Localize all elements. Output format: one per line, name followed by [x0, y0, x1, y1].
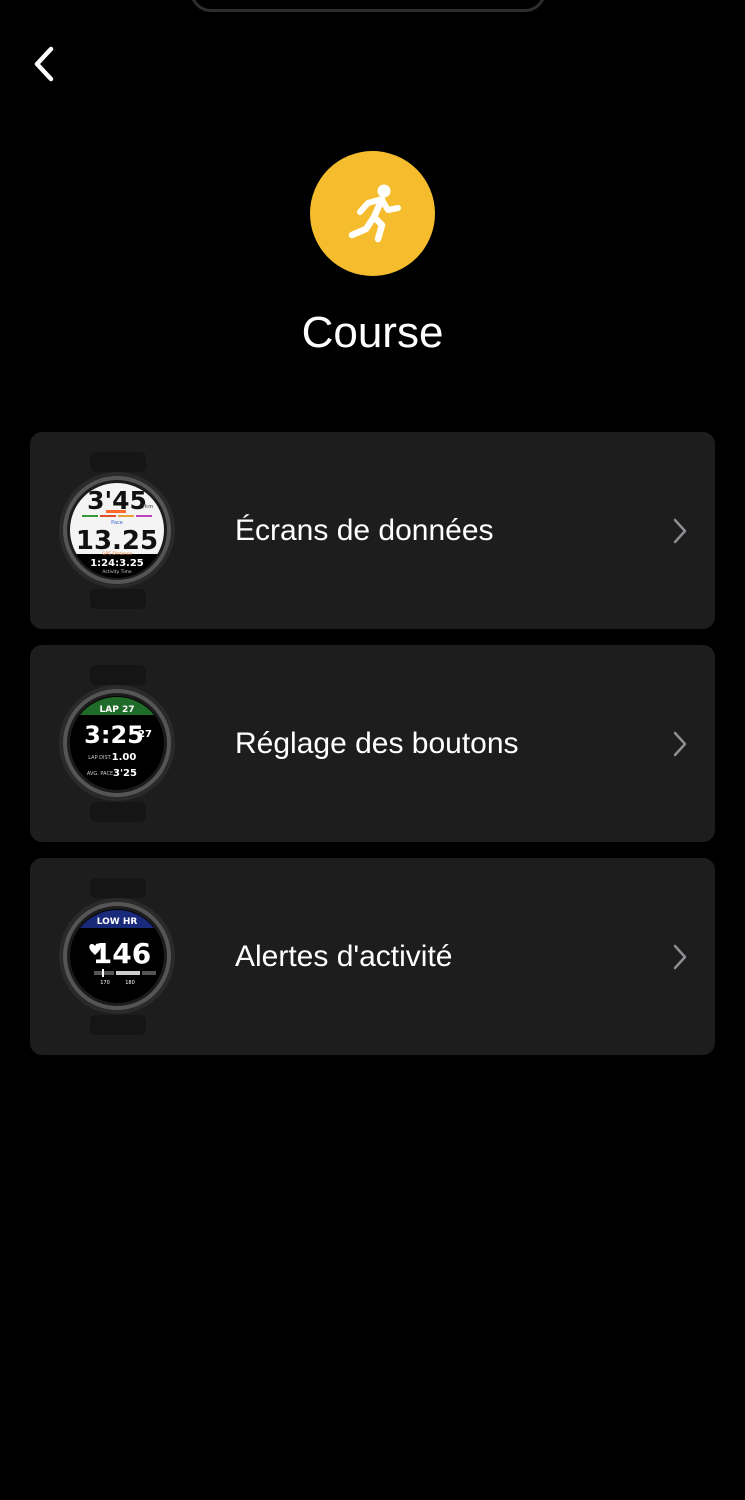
watch-pace-value: 3'45 — [87, 486, 147, 515]
watch-heart-rate-value: 146 — [93, 937, 151, 970]
activity-badge — [310, 151, 435, 276]
watch-lap-dist-label: LAP DIST. — [88, 755, 112, 761]
watch-avg-pace-value: 3'25 — [113, 768, 137, 779]
chevron-right-icon — [673, 518, 687, 544]
back-button[interactable] — [22, 40, 66, 88]
watch-pace-unit: /km — [143, 504, 153, 510]
watch-scale-low: 170 — [100, 980, 110, 986]
watch-distance-label: GPS Distance — [102, 551, 132, 557]
watch-time-value: 1:24:3.25 — [90, 558, 144, 569]
chevron-right-icon — [673, 944, 687, 970]
watch-lap-header: LAP 27 — [100, 705, 135, 715]
watch-scale-high: 180 — [125, 980, 135, 986]
menu-item-button-settings[interactable]: LAP 27 3:25 27 LAP DIST. 1.00 AVG. PACE … — [30, 645, 715, 842]
top-notch-outline — [190, 0, 546, 12]
watch-preview-data-screens: 3'45 /km Pace 13.25 GPS Distance 1:24:3.… — [58, 452, 178, 609]
menu-item-label: Réglage des boutons — [235, 727, 519, 760]
page-title: Course — [301, 308, 444, 357]
watch-preview-button-settings: LAP 27 3:25 27 LAP DIST. 1.00 AVG. PACE … — [58, 665, 178, 822]
watch-time-label: Activity Time — [102, 569, 132, 575]
menu-item-label: Alertes d'activité — [235, 940, 453, 973]
menu-item-activity-alerts[interactable]: LOW HR 146 170 180 Alertes d'activité — [30, 858, 715, 1055]
watch-preview-activity-alerts: LOW HR 146 170 180 — [58, 878, 178, 1035]
watch-alert-header: LOW HR — [97, 917, 138, 927]
watch-avg-pace-label: AVG. PACE — [87, 771, 113, 777]
chevron-left-icon — [34, 46, 54, 82]
watch-lap-time-sub: 27 — [138, 729, 152, 740]
menu-item-data-screens[interactable]: 3'45 /km Pace 13.25 GPS Distance 1:24:3.… — [30, 432, 715, 629]
watch-lap-dist-value: 1.00 — [112, 752, 137, 763]
chevron-right-icon — [673, 731, 687, 757]
watch-lap-time: 3:25 — [84, 721, 144, 749]
running-person-icon — [348, 184, 401, 242]
settings-menu: 3'45 /km Pace 13.25 GPS Distance 1:24:3.… — [30, 432, 715, 1071]
menu-item-label: Écrans de données — [235, 514, 494, 547]
